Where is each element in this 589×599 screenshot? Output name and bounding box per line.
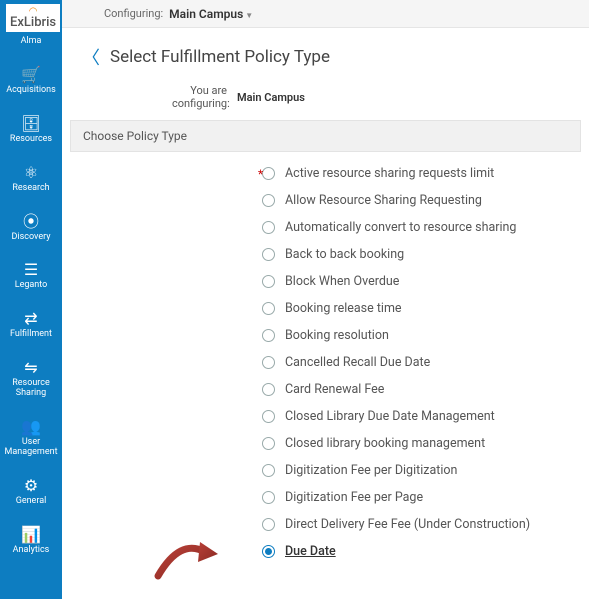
sidebar-item-label: Alma [21,37,42,47]
analytics-icon: 📊 [21,527,41,543]
sidebar-item-fulfillment[interactable]: ⇄ Fulfillment [0,303,62,348]
radio-icon [262,464,275,477]
user-management-icon: 👥 [21,419,41,435]
policy-type-option[interactable]: Card Renewal Fee [262,382,569,397]
subhead-value: Main Campus [237,91,305,104]
section-header: Choose Policy Type [70,120,581,152]
sidebar-item-label: User Management [4,438,57,458]
policy-type-option[interactable]: Allow Resource Sharing Requesting [262,193,569,208]
sidebar-item-discovery[interactable]: ⦿ Discovery [0,206,62,251]
policy-type-list: * Active resource sharing requests limit… [62,152,589,591]
policy-type-option[interactable]: Due Date [262,544,569,559]
radio-icon [262,437,275,450]
leganto-icon: ☰ [24,262,38,278]
radio-icon [262,275,275,288]
policy-type-option[interactable]: Digitization Fee per Page [262,490,569,505]
sidebar-item-label: Resources [10,135,52,145]
sidebar-item-user-management[interactable]: 👥 User Management [0,411,62,466]
discovery-icon: ⦿ [23,214,39,230]
research-icon: ⚛ [24,165,38,181]
policy-type-label: Block When Overdue [285,274,399,289]
policy-type-option[interactable]: Closed Library Due Date Management [262,409,569,424]
sidebar-item-general[interactable]: ⚙ General [0,470,62,515]
policy-type-label: Closed Library Due Date Management [285,409,495,424]
policy-type-label: Closed library booking management [285,436,485,451]
radio-icon [262,518,275,531]
radio-icon [262,221,275,234]
policy-type-label: Cancelled Recall Due Date [285,355,430,370]
sidebar-item-label: Leganto [15,281,48,291]
policy-type-label: Due Date [285,544,336,559]
sidebar-item-label: Acquisitions [6,86,56,96]
policy-type-label: Booking release time [285,301,402,316]
policy-type-option[interactable]: Block When Overdue [262,274,569,289]
sidebar-item-resources[interactable]: 🗄 Resources [0,108,62,153]
radio-icon [262,545,275,558]
radio-icon [262,248,275,261]
topbar: Configuring: Main Campus▼ [62,0,589,28]
brand-logo: ◠ExLibris [6,4,60,32]
policy-type-label: Digitization Fee per Digitization [285,463,457,478]
subhead-label: You are configuring: [172,84,227,110]
sidebar-item-acquisitions[interactable]: 🛒 Acquisitions [0,59,62,104]
radio-icon [262,383,275,396]
policy-type-option[interactable]: Cancelled Recall Due Date [262,355,569,370]
sidebar-item-research[interactable]: ⚛ Research [0,157,62,202]
subhead: You are configuring: Main Campus [62,80,589,120]
required-indicator: * [258,167,263,181]
policy-type-label: Active resource sharing requests limit [285,166,494,181]
sidebar-item-label: General [16,497,47,507]
sidebar-item-leganto[interactable]: ☰ Leganto [0,254,62,299]
sidebar-item-label: Discovery [12,233,51,243]
configuring-label: Configuring: [104,7,163,20]
policy-type-label: Direct Delivery Fee Fee (Under Construct… [285,517,530,532]
resources-icon: 🗄 [21,116,41,132]
policy-type-option[interactable]: Closed library booking management [262,436,569,451]
resource-sharing-icon: ⇋ [24,360,37,376]
general-icon: ⚙ [24,478,38,494]
page-title: Select Fulfillment Policy Type [110,47,330,67]
sidebar-item-resource-sharing[interactable]: ⇋ Resource Sharing [0,352,62,407]
sidebar-item-analytics[interactable]: 📊 Analytics [0,519,62,564]
sidebar-item-label: Resource Sharing [12,379,50,399]
policy-type-label: Allow Resource Sharing Requesting [285,193,482,208]
policy-type-option[interactable]: Automatically convert to resource sharin… [262,220,569,235]
acquisitions-icon: 🛒 [21,67,41,83]
policy-type-option[interactable]: Booking resolution [262,328,569,343]
radio-icon [262,491,275,504]
radio-icon [262,356,275,369]
configuring-value-dropdown[interactable]: Main Campus▼ [169,7,253,21]
sidebar-item-label: Research [12,184,49,194]
policy-type-label: Digitization Fee per Page [285,490,423,505]
policy-type-label: Card Renewal Fee [285,382,384,397]
sidebar-item-label: Fulfillment [10,330,52,340]
policy-type-option[interactable]: Back to back booking [262,247,569,262]
policy-type-option[interactable]: Direct Delivery Fee Fee (Under Construct… [262,517,569,532]
sidebar: ✦Alma🛒Acquisitions🗄Resources⚛Research⦿Di… [0,0,62,599]
radio-icon [262,167,275,180]
radio-icon [262,410,275,423]
chevron-down-icon: ▼ [245,11,253,20]
policy-type-option[interactable]: Digitization Fee per Digitization [262,463,569,478]
policy-type-label: Back to back booking [285,247,404,262]
back-button[interactable]: 〈 [82,44,100,70]
radio-icon [262,302,275,315]
policy-type-label: Booking resolution [285,328,389,343]
policy-type-option[interactable]: Active resource sharing requests limit [262,166,569,181]
fulfillment-icon: ⇄ [24,311,37,327]
policy-type-option[interactable]: Booking release time [262,301,569,316]
radio-icon [262,194,275,207]
policy-type-label: Automatically convert to resource sharin… [285,220,516,235]
radio-icon [262,329,275,342]
sidebar-item-label: Analytics [13,546,50,556]
